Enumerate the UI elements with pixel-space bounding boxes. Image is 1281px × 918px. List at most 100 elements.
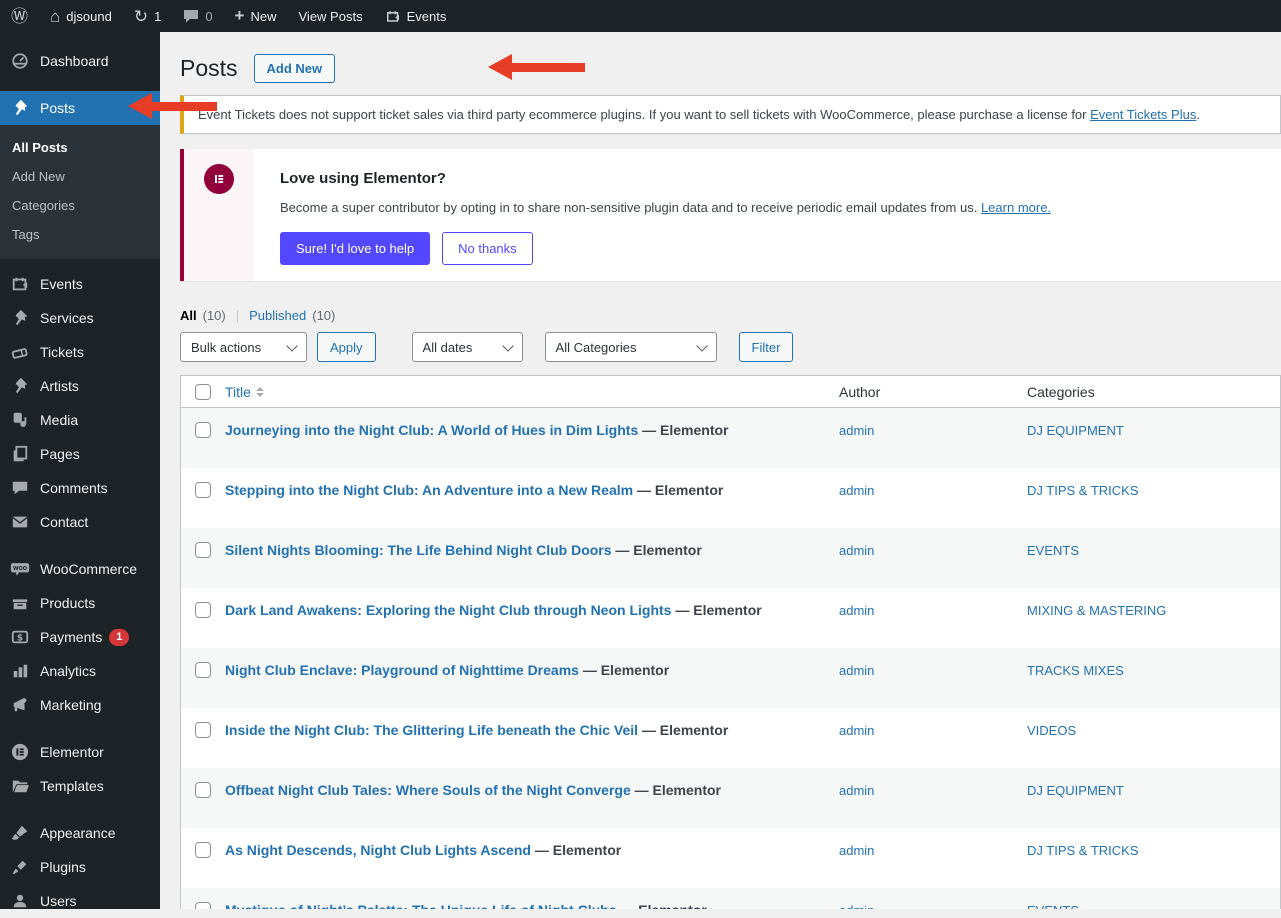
table-row: Night Club Enclave: Playground of Nightt…: [181, 648, 1280, 708]
select-all-checkbox[interactable]: [195, 384, 211, 400]
comment-count: 0: [205, 9, 212, 24]
column-title-sort[interactable]: Title: [225, 384, 264, 400]
post-title-link[interactable]: Offbeat Night Club Tales: Where Souls of…: [225, 782, 631, 798]
sidebar-item-templates[interactable]: Templates: [0, 769, 160, 803]
site-name-menu[interactable]: ⌂ djsound: [39, 0, 123, 32]
submenu-tags[interactable]: Tags: [0, 220, 160, 249]
woocommerce-icon: WOO: [10, 559, 30, 579]
submenu-all-posts[interactable]: All Posts: [0, 133, 160, 162]
update-count: 1: [154, 9, 161, 24]
sidebar-item-elementor[interactable]: Elementor: [0, 735, 160, 769]
category-link[interactable]: DJ TIPS & TRICKS: [1027, 843, 1139, 858]
author-link[interactable]: admin: [839, 423, 874, 438]
post-edited-with: — Elementor: [583, 662, 669, 678]
views-separator: |: [236, 308, 239, 323]
bulk-actions-select[interactable]: Bulk actions: [180, 332, 307, 362]
category-link[interactable]: EVENTS: [1027, 543, 1079, 558]
sidebar-item-pages[interactable]: Pages: [0, 437, 160, 471]
banner-dismiss-button[interactable]: No thanks: [442, 232, 533, 265]
sidebar-item-services[interactable]: Services: [0, 301, 160, 335]
row-checkbox[interactable]: [195, 782, 211, 798]
add-new-button[interactable]: Add New: [254, 54, 336, 83]
pushpin-icon: [10, 308, 30, 328]
posts-submenu: All Posts Add New Categories Tags: [0, 125, 160, 259]
submenu-categories[interactable]: Categories: [0, 191, 160, 220]
learn-more-link[interactable]: Learn more.: [981, 200, 1051, 215]
row-checkbox[interactable]: [195, 542, 211, 558]
author-link[interactable]: admin: [839, 663, 874, 678]
sidebar-item-products[interactable]: Products: [0, 586, 160, 620]
category-link[interactable]: VIDEOS: [1027, 723, 1076, 738]
calendar-icon: [385, 9, 401, 24]
post-title-link[interactable]: Inside the Night Club: The Glittering Li…: [225, 722, 638, 738]
table-row: Journeying into the Night Club: A World …: [181, 408, 1280, 468]
category-link[interactable]: EVENTS: [1027, 903, 1079, 909]
row-checkbox[interactable]: [195, 662, 211, 678]
sidebar-item-marketing[interactable]: Marketing: [0, 688, 160, 722]
row-checkbox[interactable]: [195, 902, 211, 909]
sidebar-item-woocommerce[interactable]: WOO WooCommerce: [0, 552, 160, 586]
post-title-link[interactable]: Stepping into the Night Club: An Adventu…: [225, 482, 633, 498]
category-link[interactable]: MIXING & MASTERING: [1027, 603, 1166, 618]
new-content-menu[interactable]: + New: [224, 0, 288, 32]
banner-body-text: Become a super contributor by opting in …: [280, 200, 981, 215]
sidebar-item-analytics[interactable]: Analytics: [0, 654, 160, 688]
wordpress-logo-menu[interactable]: Ⓦ: [0, 0, 39, 32]
category-link[interactable]: DJ TIPS & TRICKS: [1027, 483, 1139, 498]
home-icon: ⌂: [50, 8, 60, 25]
author-link[interactable]: admin: [839, 903, 874, 909]
post-title-link[interactable]: Dark Land Awakens: Exploring the Night C…: [225, 602, 671, 618]
updates-menu[interactable]: ↻ 1: [123, 0, 172, 32]
row-checkbox[interactable]: [195, 722, 211, 738]
author-link[interactable]: admin: [839, 843, 874, 858]
row-checkbox[interactable]: [195, 842, 211, 858]
post-title-link[interactable]: Journeying into the Night Club: A World …: [225, 422, 638, 438]
sidebar-item-contact[interactable]: Contact: [0, 505, 160, 539]
author-link[interactable]: admin: [839, 723, 874, 738]
dates-filter-select[interactable]: All dates: [412, 332, 523, 362]
event-tickets-notice: Event Tickets does not support ticket sa…: [180, 95, 1281, 134]
view-all-count: (10): [203, 308, 226, 323]
post-title-link[interactable]: Night Club Enclave: Playground of Nightt…: [225, 662, 579, 678]
categories-filter-select[interactable]: All Categories: [545, 332, 717, 362]
row-checkbox[interactable]: [195, 422, 211, 438]
row-checkbox[interactable]: [195, 482, 211, 498]
sidebar-item-payments[interactable]: $ Payments 1: [0, 620, 160, 654]
sidebar-item-tickets[interactable]: Tickets: [0, 335, 160, 369]
dashboard-icon: [10, 51, 30, 71]
banner-accept-button[interactable]: Sure! I'd love to help: [280, 232, 430, 265]
category-link[interactable]: TRACKS MIXES: [1027, 663, 1124, 678]
sidebar-item-users[interactable]: Users: [0, 884, 160, 918]
view-all-link[interactable]: All: [180, 308, 197, 323]
comments-menu[interactable]: 0: [172, 0, 223, 32]
view-published-link[interactable]: Published: [249, 308, 306, 323]
media-icon: [10, 410, 30, 430]
sidebar-item-artists[interactable]: Artists: [0, 369, 160, 403]
events-menu[interactable]: Events: [374, 0, 458, 32]
sidebar-item-plugins[interactable]: Plugins: [0, 850, 160, 884]
category-link[interactable]: DJ EQUIPMENT: [1027, 423, 1124, 438]
sidebar-item-media[interactable]: Media: [0, 403, 160, 437]
post-title-link[interactable]: Silent Nights Blooming: The Life Behind …: [225, 542, 612, 558]
post-title-link[interactable]: As Night Descends, Night Club Lights Asc…: [225, 842, 531, 858]
post-edited-with: — Elementor: [642, 722, 728, 738]
author-link[interactable]: admin: [839, 783, 874, 798]
sidebar-item-label: Analytics: [40, 663, 96, 679]
post-edited-with: — Elementor: [615, 542, 701, 558]
author-link[interactable]: admin: [839, 603, 874, 618]
sidebar-item-dashboard[interactable]: Dashboard: [0, 44, 160, 78]
sidebar-item-appearance[interactable]: Appearance: [0, 816, 160, 850]
author-link[interactable]: admin: [839, 483, 874, 498]
category-link[interactable]: DJ EQUIPMENT: [1027, 783, 1124, 798]
view-posts-menu[interactable]: View Posts: [288, 0, 374, 32]
event-tickets-plus-link[interactable]: Event Tickets Plus: [1090, 107, 1196, 122]
site-name-label: djsound: [66, 9, 112, 24]
author-link[interactable]: admin: [839, 543, 874, 558]
sidebar-item-events[interactable]: Events: [0, 267, 160, 301]
row-checkbox[interactable]: [195, 602, 211, 618]
filter-button[interactable]: Filter: [739, 332, 794, 362]
post-title-link[interactable]: Mystique of Night’s Palette: The Unique …: [225, 902, 616, 909]
sidebar-item-comments[interactable]: Comments: [0, 471, 160, 505]
apply-button[interactable]: Apply: [317, 332, 376, 362]
submenu-add-new[interactable]: Add New: [0, 162, 160, 191]
